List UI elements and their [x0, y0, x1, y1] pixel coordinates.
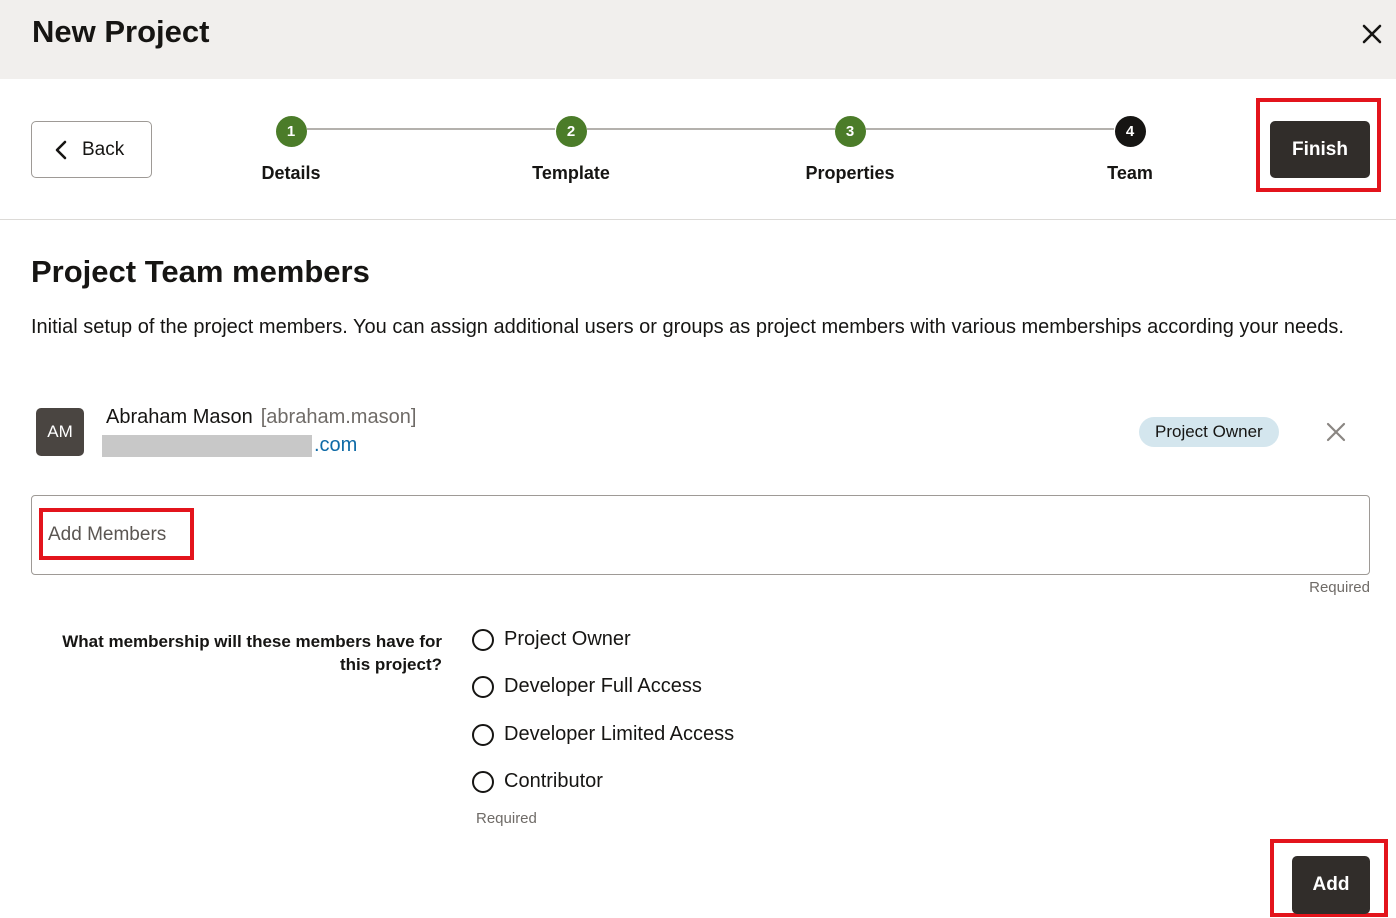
chevron-left-icon: [55, 140, 67, 159]
radio-developer-limited-access[interactable]: Developer Limited Access: [472, 723, 734, 746]
member-row: AM Abraham Mason [abraham.mason] .com Pro…: [36, 406, 1356, 466]
step-indicator[interactable]: 1: [275, 116, 307, 147]
radio-project-owner[interactable]: Project Owner: [472, 628, 631, 651]
member-username: [abraham.mason]: [260, 406, 417, 428]
add-highlight: Add: [1270, 839, 1388, 917]
remove-member-button[interactable]: [1320, 416, 1352, 448]
required-hint: Required: [1309, 579, 1370, 596]
member-name: Abraham Mason: [106, 406, 253, 428]
radio-circle[interactable]: [472, 675, 494, 698]
back-button-label: Back: [82, 138, 125, 160]
back-button[interactable]: Back: [31, 121, 152, 178]
radio-circle[interactable]: [472, 628, 494, 651]
section-description: Initial setup of the project members. Yo…: [31, 316, 1344, 338]
radio-circle[interactable]: [472, 723, 494, 746]
radio-contributor[interactable]: Contributor: [472, 770, 603, 793]
radio-label: Developer Full Access: [504, 675, 702, 697]
step-details: 1 Details: [211, 116, 371, 184]
radio-developer-full-access[interactable]: Developer Full Access: [472, 675, 702, 698]
member-name-line: Abraham Mason [abraham.mason]: [106, 406, 416, 429]
step-indicator[interactable]: 3: [834, 116, 866, 147]
dialog-header: New Project: [0, 0, 1396, 79]
member-email: .com: [102, 434, 357, 457]
step-properties: 3 Properties: [770, 116, 930, 184]
add-button[interactable]: Add: [1292, 856, 1370, 914]
section-title: Project Team members: [31, 254, 370, 289]
close-icon: [1326, 422, 1346, 442]
add-members-placeholder: Add Members: [48, 524, 167, 545]
step-template: 2 Template: [491, 116, 651, 184]
radio-label: Project Owner: [504, 628, 631, 650]
finish-highlight: Finish: [1256, 98, 1381, 192]
finish-button[interactable]: Finish: [1270, 121, 1370, 178]
step-label: Properties: [805, 163, 895, 183]
dialog-title: New Project: [32, 14, 210, 49]
required-hint: Required: [476, 810, 537, 827]
close-button[interactable]: [1356, 18, 1388, 50]
step-train-bar: Back 1 Details 2 Template 3 Properties 4…: [0, 79, 1396, 220]
step-indicator[interactable]: 2: [555, 116, 587, 147]
radio-circle[interactable]: [472, 770, 494, 793]
radio-label: Developer Limited Access: [504, 723, 735, 745]
close-icon: [1362, 24, 1382, 44]
radio-label: Contributor: [504, 770, 603, 792]
step-label: Details: [261, 163, 321, 183]
step-team: 4 Team: [1050, 116, 1210, 184]
member-email-link[interactable]: .com: [314, 434, 357, 457]
step-label: Template: [532, 163, 610, 183]
add-members-input[interactable]: [31, 495, 1370, 575]
avatar: AM: [36, 408, 84, 456]
redacted-block: [102, 434, 312, 457]
step-label: Team: [1107, 163, 1153, 183]
step-indicator-current[interactable]: 4: [1114, 116, 1146, 147]
membership-question: What membership will these members have …: [62, 632, 442, 674]
role-badge: Project Owner: [1139, 417, 1279, 447]
